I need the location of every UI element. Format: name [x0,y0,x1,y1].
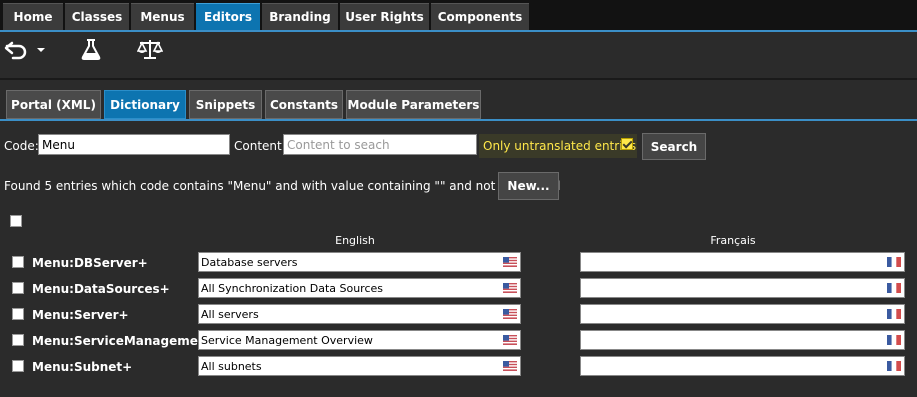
us-flag-icon [503,309,517,319]
top-navigation: Home Classes Menus Editors Branding User… [0,0,917,32]
subtab-underline [0,119,917,121]
nav-tab-editors[interactable]: Editors [196,3,260,30]
row-code: Menu:Server+ [32,308,129,322]
nav-tab-branding[interactable]: Branding [262,3,338,30]
french-value-field[interactable] [580,330,905,350]
english-value-field[interactable]: All subnets [198,356,521,376]
nav-tab-classes[interactable]: Classes [65,3,129,30]
tab-constants[interactable]: Constants [265,90,343,119]
column-header-french: Français [710,234,756,247]
french-value-field[interactable] [580,304,905,324]
english-value: All subnets [201,360,262,373]
english-value-field[interactable]: Service Management Overview [198,330,521,350]
toolbar-separator [0,78,917,80]
new-button[interactable]: New... [498,172,559,200]
us-flag-icon [503,257,517,267]
french-value-field[interactable] [580,278,905,298]
code-label: Code: [4,139,39,153]
us-flag-icon [503,335,517,345]
row-code: Menu:DataSources+ [32,282,170,296]
tab-portal-xml[interactable]: Portal (XML) [6,90,101,119]
french-value-field[interactable] [580,252,905,272]
fr-flag-icon [887,335,901,345]
row-code: Menu:ServiceManagement+ [32,334,223,348]
nav-tab-user-rights[interactable]: User Rights [340,3,429,30]
untranslated-label: Only untranslated entries [483,139,637,153]
row-checkbox[interactable] [12,282,24,294]
nav-tab-menus[interactable]: Menus [131,3,194,30]
row-checkbox[interactable] [12,256,24,268]
tab-snippets[interactable]: Snippets [189,90,262,119]
tab-dictionary[interactable]: Dictionary [104,90,186,119]
row-code: Menu:Subnet+ [32,360,133,374]
fr-flag-icon [887,361,901,371]
french-value-field[interactable] [580,356,905,376]
content-label: Content: [234,139,286,153]
english-value-field[interactable]: All Synchronization Data Sources [198,278,521,298]
balance-scale-icon[interactable] [136,38,164,60]
tab-module-parameters[interactable]: Module Parameters [346,90,481,119]
results-summary: Found 5 entries which code contains "Men… [4,179,561,193]
english-value-field[interactable]: Database servers [198,252,521,272]
nav-tab-components[interactable]: Components [431,3,529,30]
english-value: All servers [201,308,259,321]
fr-flag-icon [887,309,901,319]
nav-tab-home[interactable]: Home [3,3,63,30]
search-button[interactable]: Search [642,133,706,160]
flask-icon[interactable] [80,38,102,60]
fr-flag-icon [887,283,901,293]
english-value-field[interactable]: All servers [198,304,521,324]
english-value: Database servers [201,256,298,269]
us-flag-icon [503,361,517,371]
english-value: All Synchronization Data Sources [201,282,384,295]
column-header-english: English [335,234,375,247]
us-flag-icon [503,283,517,293]
undo-dropdown-icon[interactable] [4,38,46,60]
row-checkbox[interactable] [12,334,24,346]
nav-underline [0,30,917,32]
row-checkbox[interactable] [12,308,24,320]
row-checkbox[interactable] [12,360,24,372]
row-code: Menu:DBServer+ [32,256,148,270]
select-all-checkbox[interactable] [10,215,22,227]
content-input[interactable] [283,134,477,155]
english-value: Service Management Overview [201,334,373,347]
fr-flag-icon [887,257,901,267]
code-input[interactable] [38,134,230,155]
untranslated-checkbox[interactable] [621,138,633,150]
